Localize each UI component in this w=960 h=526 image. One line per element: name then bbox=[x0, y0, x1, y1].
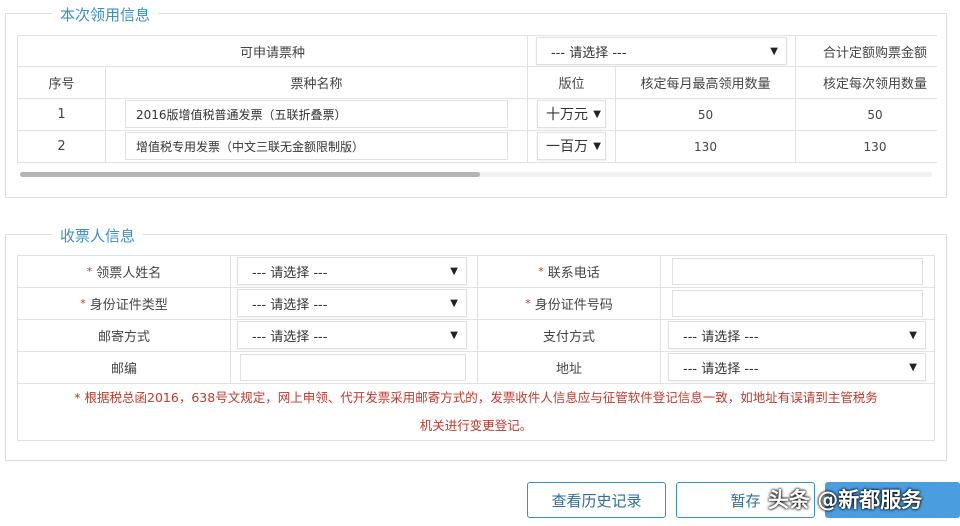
label-mail-method: 邮寄方式 bbox=[17, 319, 231, 352]
label-id-type: * 身份证件类型 bbox=[17, 287, 231, 320]
select-value: --- 请选择 --- bbox=[252, 297, 328, 313]
invoice-table: 可申请票种 --- 请选择 --- ▼ 合计定额购票金额 序号 票种名称 版位 核… bbox=[17, 35, 937, 163]
invoice-type-select[interactable]: --- 请选择 --- ▼ bbox=[536, 37, 787, 65]
col-header-per-time: 核定每次领用数量 bbox=[795, 66, 937, 99]
chevron-down-icon: ▼ bbox=[593, 108, 601, 120]
notice: * 根据税总函2016，638号文规定，网上申领、代开发票采用邮寄方式的，发票收… bbox=[17, 383, 935, 441]
col-header-name: 票种名称 bbox=[105, 66, 528, 99]
label-postcode: 邮编 bbox=[17, 351, 231, 384]
select-value: 一百万 bbox=[546, 139, 588, 155]
col-header-monthly-max: 核定每月最高领用数量 bbox=[615, 66, 796, 99]
row2-monthly-max: 130 bbox=[615, 130, 796, 163]
required-mark: * bbox=[86, 265, 93, 278]
label-text: 领票人姓名 bbox=[96, 266, 162, 281]
header-total-amount: 合计定额购票金额 bbox=[795, 35, 937, 67]
row2-denomination-select[interactable]: 一百万 ▼ bbox=[537, 132, 606, 160]
view-history-button[interactable]: 查看历史记录 bbox=[527, 482, 666, 518]
select-value: --- 请选择 --- bbox=[252, 329, 328, 345]
label-text: 身份证件类型 bbox=[89, 298, 168, 313]
section-recipient-info-legend: 收票人信息 bbox=[52, 225, 144, 246]
recipient-table: * 领票人姓名 --- 请选择 --- ▼ * 联系电话 * 身份证件类型 --- 请选… bbox=[17, 255, 935, 441]
postcode-input[interactable] bbox=[240, 354, 466, 381]
phone-input[interactable] bbox=[672, 258, 923, 285]
id-type-select[interactable]: --- 请选择 --- ▼ bbox=[237, 289, 467, 317]
address-select[interactable]: --- 请选择 --- ▼ bbox=[668, 353, 926, 381]
required-mark: * bbox=[525, 297, 531, 310]
payment-method-select[interactable]: --- 请选择 --- ▼ bbox=[668, 321, 926, 349]
row2-per-time: 130 bbox=[795, 130, 937, 163]
label-id-number: * 身份证件号码 bbox=[477, 287, 661, 320]
row1-name-field[interactable]: 2016版增值税普通发票（五联折叠票） bbox=[125, 100, 508, 128]
notice-line-1: * 根据税总函2016，638号文规定，网上申领、代开发票采用邮寄方式的，发票收… bbox=[74, 390, 878, 405]
select-value: --- 请选择 --- bbox=[683, 361, 759, 377]
row1-per-time: 50 bbox=[795, 98, 937, 131]
watermark: 头条 @新都服务 bbox=[768, 488, 923, 512]
label-payment-method: 支付方式 bbox=[477, 319, 661, 352]
chevron-down-icon: ▼ bbox=[909, 329, 917, 341]
row2-name-field[interactable]: 增值税专用发票（中文三联无金额限制版） bbox=[125, 132, 508, 160]
select-value: --- 请选择 --- bbox=[551, 45, 627, 61]
recipient-name-select[interactable]: --- 请选择 --- ▼ bbox=[237, 257, 467, 285]
id-number-input[interactable] bbox=[672, 290, 923, 317]
select-value: 十万元 bbox=[546, 107, 588, 123]
label-text: 联系电话 bbox=[547, 266, 600, 281]
label-address: 地址 bbox=[477, 351, 661, 384]
select-value: --- 请选择 --- bbox=[683, 329, 759, 345]
chevron-down-icon: ▼ bbox=[593, 140, 601, 152]
label-text: 身份证件号码 bbox=[534, 298, 613, 313]
header-available-types: 可申请票种 bbox=[17, 35, 528, 67]
horizontal-scrollbar-thumb[interactable] bbox=[20, 172, 480, 177]
chevron-down-icon: ▼ bbox=[450, 297, 458, 309]
section-application-info-legend: 本次领用信息 bbox=[52, 4, 159, 25]
col-header-denomination: 版位 bbox=[527, 66, 616, 99]
row1-monthly-max: 50 bbox=[615, 98, 796, 131]
label-recipient-name: * 领票人姓名 bbox=[17, 255, 231, 288]
chevron-down-icon: ▼ bbox=[450, 329, 458, 341]
label-phone: * 联系电话 bbox=[477, 255, 661, 288]
chevron-down-icon: ▼ bbox=[909, 361, 917, 373]
row2-index: 2 bbox=[17, 130, 106, 163]
col-header-index: 序号 bbox=[17, 66, 106, 99]
notice-line-2: 机关进行变更登记。 bbox=[419, 418, 533, 433]
select-value: --- 请选择 --- bbox=[252, 265, 328, 281]
required-mark: * bbox=[538, 265, 544, 278]
required-mark: * bbox=[80, 297, 86, 310]
chevron-down-icon: ▼ bbox=[770, 45, 778, 57]
mail-method-select[interactable]: --- 请选择 --- ▼ bbox=[237, 321, 467, 349]
row1-denomination-select[interactable]: 十万元 ▼ bbox=[537, 100, 606, 128]
row1-index: 1 bbox=[17, 98, 106, 131]
chevron-down-icon: ▼ bbox=[450, 265, 458, 277]
